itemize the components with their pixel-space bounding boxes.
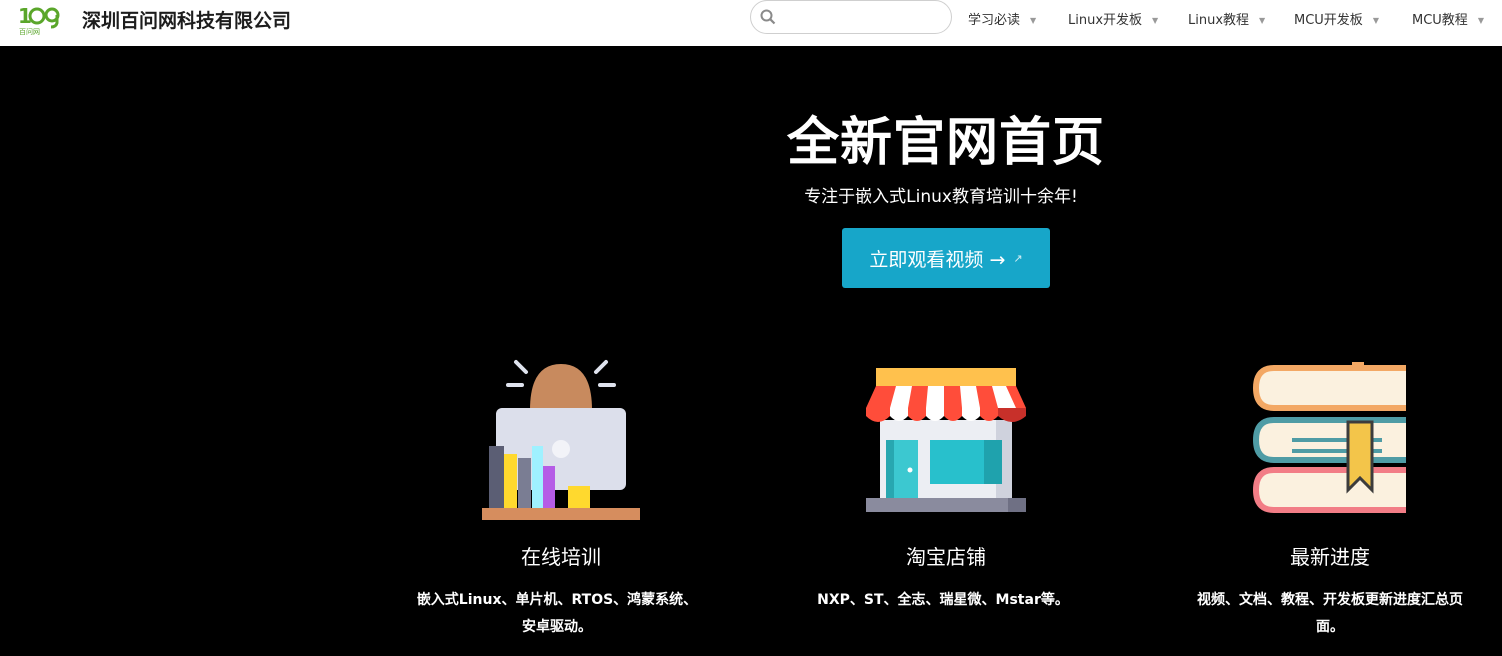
chevron-down-icon: ▼ (1030, 16, 1037, 25)
hero-title: 全新官网首页 (786, 113, 1106, 173)
top-header: 1 百问网 深圳百问网科技有限公司 学习必读 ▼ Linux开发板 ▼ Linux教… (0, 0, 1502, 46)
storefront-icon[interactable] (864, 368, 1028, 516)
nav-item-mcu-tutorials[interactable]: MCU教程 ▼ (1412, 9, 1484, 28)
watch-video-button[interactable]: 立即观看视频 → ↗ (842, 228, 1050, 288)
feature-desc-training: 嵌入式Linux、单片机、RTOS、鸿蒙系统、 安卓驱动。 (416, 592, 698, 635)
company-name[interactable]: 深圳百问网科技有限公司 (82, 6, 291, 33)
books-icon[interactable] (1252, 362, 1410, 518)
logo-subtext-mark: 百问网 (19, 28, 40, 36)
nav-item-mcu-boards[interactable]: MCU开发板 ▼ (1294, 9, 1379, 28)
nav-item-linux-tutorials[interactable]: Linux教程 ▼ (1188, 9, 1265, 28)
chevron-down-icon: ▼ (1259, 16, 1266, 25)
feature-desc-progress: 视频、文档、教程、开发板更新进度汇总页 面。 (1197, 592, 1463, 635)
search-icon (760, 9, 776, 25)
chevron-down-icon: ▼ (1152, 16, 1159, 25)
hero-subtitle: 专注于嵌入式Linux教育培训十余年! (804, 187, 1078, 207)
svg-text:百问网: 百问网 (19, 28, 40, 36)
search-box[interactable] (750, 0, 952, 34)
watch-video-label: 立即观看视频 → (869, 248, 1006, 271)
feature-title-store[interactable]: 淘宝店铺 (906, 541, 986, 570)
online-training-icon[interactable] (480, 358, 642, 522)
nav-item-study[interactable]: 学习必读 ▼ (968, 9, 1036, 28)
feature-title-progress[interactable]: 最新进度 (1290, 541, 1370, 570)
nav-item-linux-boards[interactable]: Linux开发板 ▼ (1068, 9, 1158, 28)
external-link-icon: ↗ (1013, 251, 1023, 265)
chevron-down-icon: ▼ (1477, 16, 1484, 25)
search-input[interactable] (783, 5, 943, 29)
feature-desc-store: NXP、ST、全志、瑞星微、Mstar等。 (817, 592, 1069, 608)
feature-title-training[interactable]: 在线培训 (521, 541, 601, 570)
chevron-down-icon: ▼ (1372, 16, 1379, 25)
